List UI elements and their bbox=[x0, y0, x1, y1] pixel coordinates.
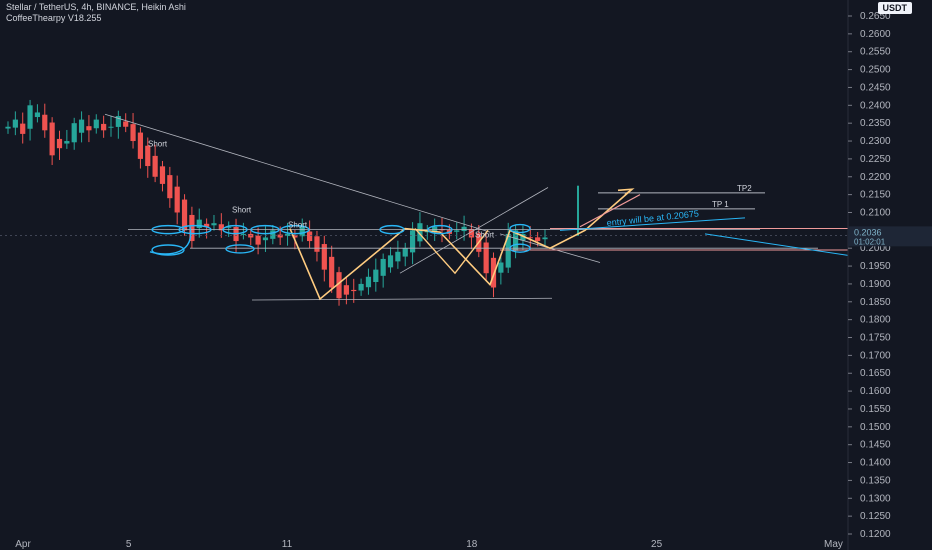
price-tick-label: 0.1250 bbox=[860, 511, 891, 522]
candle-body bbox=[270, 230, 276, 239]
candle-body bbox=[27, 105, 33, 129]
candle-body bbox=[78, 119, 85, 133]
price-tick-label: 0.1600 bbox=[860, 386, 891, 397]
candle-body bbox=[402, 248, 408, 257]
price-tick-label: 0.1400 bbox=[860, 458, 891, 469]
price-tick-label: 0.1200 bbox=[860, 529, 891, 540]
price-tick-label: 0.1550 bbox=[860, 404, 891, 415]
time-tick-label: May bbox=[824, 539, 843, 550]
candle-body bbox=[211, 223, 217, 226]
candle-body bbox=[71, 123, 77, 143]
price-tick-label: 0.1900 bbox=[860, 279, 891, 290]
price-tick-label: 0.1850 bbox=[860, 297, 891, 308]
candle-body bbox=[145, 145, 151, 167]
price-tick-label: 0.1650 bbox=[860, 368, 891, 379]
candle-body bbox=[358, 283, 364, 291]
candle-body bbox=[86, 126, 92, 131]
price-tick-label: 0.2150 bbox=[860, 190, 891, 201]
price-tick-label: 0.2300 bbox=[860, 136, 891, 147]
candle-body bbox=[159, 166, 166, 184]
candle-body bbox=[137, 132, 144, 159]
price-tick-label: 0.1300 bbox=[860, 493, 891, 504]
candle-body bbox=[262, 237, 269, 241]
candle-body bbox=[174, 186, 180, 213]
candle-body bbox=[93, 119, 99, 129]
time-tick-label: 18 bbox=[466, 539, 478, 550]
price-tick-label: 0.1350 bbox=[860, 475, 891, 486]
candle-body bbox=[314, 236, 320, 252]
current-price-label: 0.2036 bbox=[854, 227, 882, 237]
short-label: Short bbox=[148, 139, 168, 148]
time-tick-label: Apr bbox=[15, 539, 31, 550]
tp1-label: TP 1 bbox=[712, 200, 729, 209]
candle-body bbox=[240, 233, 246, 235]
price-tick-label: 0.2500 bbox=[860, 65, 891, 76]
candle-body bbox=[101, 123, 107, 131]
candle-body bbox=[461, 226, 467, 232]
candle-body bbox=[56, 138, 63, 149]
candle-body bbox=[152, 155, 158, 177]
candle-body bbox=[64, 141, 70, 144]
candle-body bbox=[108, 126, 114, 128]
tp2-label: TP2 bbox=[737, 184, 752, 193]
candle-body bbox=[380, 258, 386, 276]
price-tick-label: 0.1950 bbox=[860, 261, 891, 272]
candle-body bbox=[255, 235, 261, 245]
time-tick-label: 25 bbox=[651, 539, 663, 550]
short-label: Short bbox=[232, 205, 252, 214]
price-tick-label: 0.2350 bbox=[860, 118, 891, 129]
candle-body bbox=[20, 123, 26, 134]
short-label: Short bbox=[288, 220, 308, 229]
countdown-label: 01:02:01 bbox=[854, 237, 886, 246]
price-tick-label: 0.2250 bbox=[860, 154, 891, 165]
candle-body bbox=[123, 121, 129, 127]
time-tick-label: 11 bbox=[282, 539, 293, 550]
candle-body bbox=[454, 230, 460, 232]
price-tick-label: 0.2100 bbox=[860, 207, 891, 218]
time-tick-label: 5 bbox=[126, 539, 132, 550]
candle-body bbox=[373, 269, 379, 283]
candle-body bbox=[343, 285, 349, 295]
symbol-title[interactable]: Stellar / TetherUS, 4h, BINANCE, Heikin … bbox=[6, 2, 186, 12]
price-tick-label: 0.2550 bbox=[860, 47, 891, 58]
chart-svg: ShortShortShortShortTP2TP 1entry will be… bbox=[0, 0, 932, 550]
candle-body bbox=[535, 237, 541, 242]
price-tick-label: 0.1500 bbox=[860, 422, 891, 433]
candle-body bbox=[351, 289, 357, 292]
price-tick-label: 0.1450 bbox=[860, 440, 891, 451]
candle-body bbox=[130, 124, 136, 142]
candle-body bbox=[387, 255, 394, 268]
price-tick-label: 0.2200 bbox=[860, 172, 891, 183]
candle-body bbox=[42, 114, 48, 131]
price-tick-label: 0.2450 bbox=[860, 82, 891, 93]
candle-body bbox=[49, 122, 55, 156]
candle-body bbox=[329, 256, 335, 288]
chart-background bbox=[0, 0, 932, 550]
candle-body bbox=[483, 242, 489, 274]
candle-body bbox=[409, 230, 416, 253]
price-tick-label: 0.2600 bbox=[860, 29, 891, 40]
candle-body bbox=[34, 112, 41, 118]
candle-body bbox=[5, 126, 11, 129]
candle-body bbox=[542, 237, 548, 240]
short-label: Short bbox=[475, 230, 495, 239]
candle-body bbox=[167, 175, 173, 199]
indicator-title[interactable]: CoffeeThearpy V18.255 bbox=[6, 13, 101, 23]
candle-body bbox=[196, 219, 202, 229]
candle-body bbox=[395, 251, 401, 262]
candle-body bbox=[365, 276, 372, 288]
candle-body bbox=[498, 262, 504, 273]
price-tick-label: 0.1700 bbox=[860, 350, 891, 361]
candle-body bbox=[12, 119, 18, 128]
candle-body bbox=[307, 231, 313, 242]
candle-body bbox=[490, 257, 497, 288]
price-tick-label: 0.1800 bbox=[860, 315, 891, 326]
price-tick-label: 0.1750 bbox=[860, 333, 891, 344]
currency-badge[interactable]: USDT bbox=[877, 2, 912, 14]
price-tick-label: 0.2400 bbox=[860, 100, 891, 111]
